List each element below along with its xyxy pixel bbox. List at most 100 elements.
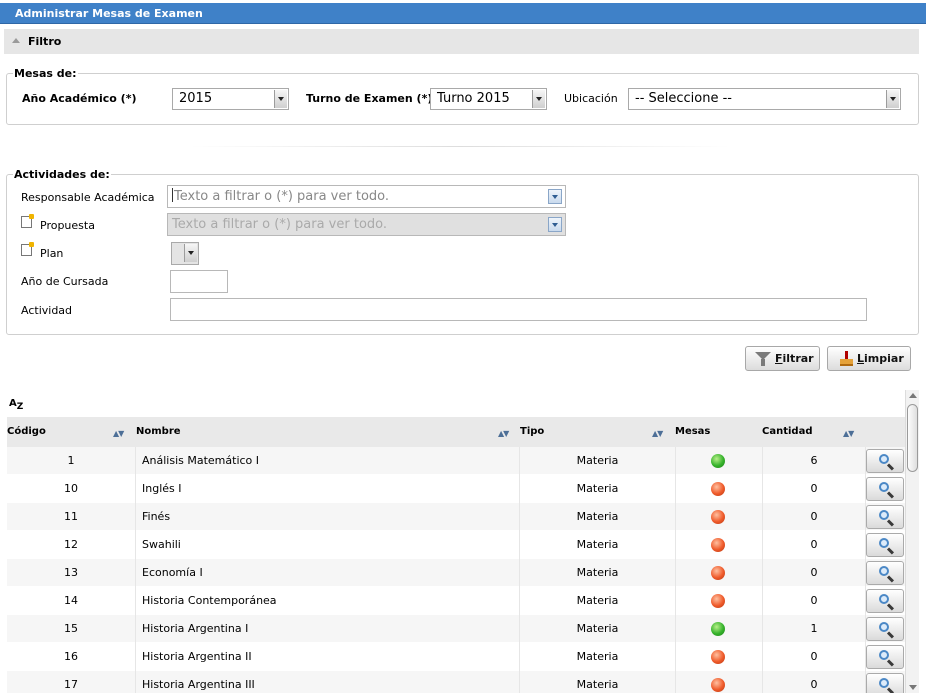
propuesta-combo[interactable]: Texto a filtrar o (*) para ver todo. [167, 213, 566, 236]
ubicacion-value: -- Seleccione -- [635, 91, 732, 106]
responsable-academica-label: Responsable Académica [21, 191, 155, 204]
header-nombre[interactable]: Nombre [136, 417, 181, 447]
scrollbar-thumb[interactable] [907, 404, 918, 472]
sort-az-main: A [9, 398, 17, 409]
anio-academico-select[interactable]: 2015 [172, 88, 289, 110]
cell-codigo: 13 [64, 566, 78, 579]
mesas-status-green-icon [711, 454, 725, 468]
column-separator [135, 643, 136, 671]
view-detail-button[interactable] [866, 673, 904, 693]
column-separator [135, 503, 136, 531]
magnifier-handle [886, 519, 895, 527]
view-detail-button[interactable] [866, 645, 904, 669]
view-detail-button[interactable] [866, 533, 904, 557]
anio-academico-value: 2015 [179, 91, 213, 106]
view-detail-button[interactable] [866, 589, 904, 613]
view-detail-button[interactable] [866, 561, 904, 585]
column-separator [675, 643, 676, 671]
filter-panel-toggle[interactable]: Filtro [4, 29, 919, 54]
table-row[interactable]: 16 Historia Argentina II Materia 0 [7, 643, 905, 671]
magnifier-handle [886, 463, 895, 471]
turno-examen-label: Turno de Examen (*) [306, 92, 433, 105]
cell-cantidad: 1 [810, 622, 818, 635]
vertical-scrollbar[interactable] [905, 390, 919, 693]
table-row[interactable]: 10 Inglés I Materia 0 [7, 475, 905, 503]
magnifier-icon [879, 482, 889, 492]
responsable-placeholder: Texto a filtrar o (*) para ver todo. [174, 189, 390, 204]
plan-select[interactable] [171, 242, 199, 265]
ubicacion-select[interactable]: -- Seleccione -- [628, 88, 901, 110]
header-tipo[interactable]: Tipo [520, 417, 544, 447]
mesas-status-red-icon [711, 594, 725, 608]
collapse-triangle-icon [12, 38, 20, 43]
sort-az-icon[interactable]: AZ [9, 398, 23, 412]
mesas-status-green-icon [711, 622, 725, 636]
view-detail-button[interactable] [866, 505, 904, 529]
anio-cursada-input[interactable] [170, 270, 228, 293]
mesas-status-red-icon [711, 482, 725, 496]
dropdown-arrow-icon [184, 244, 197, 262]
filtrar-label: iltrar [782, 352, 814, 365]
required-note-icon [21, 214, 34, 228]
cell-codigo: 16 [64, 650, 78, 663]
table-row[interactable]: 17 Historia Argentina III Materia 0 [7, 671, 905, 693]
table-row[interactable]: 13 Economía I Materia 0 [7, 559, 905, 587]
filter-panel-label: Filtro [28, 35, 62, 48]
column-separator [135, 587, 136, 615]
ubicacion-label: Ubicación [564, 92, 618, 105]
table-row[interactable]: 12 Swahili Materia 0 [7, 531, 905, 559]
magnifier-handle [886, 603, 895, 611]
header-codigo[interactable]: Código [7, 417, 46, 447]
actividad-label: Actividad [21, 304, 73, 317]
view-detail-button[interactable] [866, 477, 904, 501]
column-separator [135, 475, 136, 503]
responsable-academica-combo[interactable]: Texto a filtrar o (*) para ver todo. [167, 185, 566, 208]
header-mesas[interactable]: Mesas [675, 417, 710, 447]
cell-cantidad: 6 [810, 454, 818, 467]
propuesta-placeholder: Texto a filtrar o (*) para ver todo. [172, 217, 388, 232]
filtrar-button[interactable]: Filtrar [745, 346, 820, 371]
cell-cantidad: 0 [810, 678, 818, 691]
cell-cantidad: 0 [810, 510, 818, 523]
magnifier-icon [879, 510, 889, 520]
magnifier-icon [879, 622, 889, 632]
view-detail-button[interactable] [866, 617, 904, 641]
table-row[interactable]: 11 Finés Materia 0 [7, 503, 905, 531]
combo-arrow-icon[interactable] [548, 189, 562, 204]
table-row[interactable]: 1 Análisis Matemático I Materia 6 [7, 447, 905, 475]
table-row[interactable]: 15 Historia Argentina I Materia 1 [7, 615, 905, 643]
section-divider [190, 146, 730, 147]
combo-arrow-icon[interactable] [548, 217, 562, 232]
turno-examen-select[interactable]: Turno 2015 [430, 88, 547, 110]
sort-arrows-icon[interactable]: ▲▼ [113, 429, 124, 438]
cell-nombre: Historia Argentina II [142, 650, 252, 663]
sort-arrows-icon[interactable]: ▲▼ [652, 429, 663, 438]
sort-arrows-icon[interactable]: ▲▼ [498, 429, 509, 438]
dropdown-arrow-icon [886, 90, 899, 108]
column-separator [675, 559, 676, 587]
cell-nombre: Finés [142, 510, 171, 523]
cell-nombre: Economía I [142, 566, 203, 579]
cell-tipo: Materia [576, 538, 619, 551]
limpiar-button[interactable]: Limpiar [827, 346, 911, 371]
header-cantidad[interactable]: Cantidad [762, 417, 812, 447]
cell-codigo: 15 [64, 622, 78, 635]
cell-tipo: Materia [576, 566, 619, 579]
column-separator [675, 503, 676, 531]
column-separator [135, 531, 136, 559]
column-separator [135, 671, 136, 693]
column-separator [675, 615, 676, 643]
text-caret [172, 188, 173, 202]
scroll-down-arrow-icon[interactable] [909, 685, 917, 690]
cell-codigo: 11 [64, 510, 78, 523]
cell-tipo: Materia [576, 482, 619, 495]
table-row[interactable]: 14 Historia Contemporánea Materia 0 [7, 587, 905, 615]
cell-nombre: Swahili [142, 538, 181, 551]
actividad-input[interactable] [170, 298, 867, 321]
filter-funnel-icon [755, 352, 771, 366]
scroll-up-arrow-icon[interactable] [909, 393, 917, 398]
cell-cantidad: 0 [810, 538, 818, 551]
cell-codigo: 14 [64, 594, 78, 607]
sort-arrows-icon[interactable]: ▲▼ [843, 429, 854, 438]
view-detail-button[interactable] [866, 449, 904, 473]
